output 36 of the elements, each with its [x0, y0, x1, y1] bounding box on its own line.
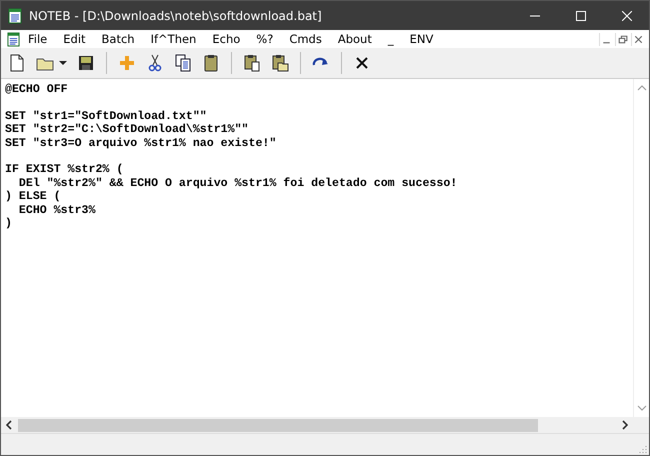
- menu-item[interactable]: File: [26, 32, 56, 46]
- menu-item[interactable]: Batch: [94, 32, 143, 46]
- caret-icon[interactable]: [58, 60, 68, 66]
- code-line: ): [5, 217, 13, 230]
- close-icon[interactable]: [631, 32, 645, 46]
- code-line: @ECHO OFF: [5, 83, 69, 96]
- menu-item[interactable]: Echo: [204, 32, 248, 46]
- menu-item[interactable]: If^Then: [142, 32, 204, 46]
- code-line: SET "str3=O arquivo %str1% nao existe!": [5, 136, 278, 150]
- scroll-up-icon[interactable]: [636, 85, 646, 91]
- scroll-left-icon[interactable]: [6, 420, 12, 430]
- scrollbar-thumb[interactable]: [18, 418, 538, 432]
- copy-icon[interactable]: [173, 53, 193, 73]
- menu-item[interactable]: _: [380, 32, 402, 46]
- vertical-scrollbar[interactable]: [633, 79, 649, 417]
- code-line: IF EXIST %str2% (: [5, 163, 124, 177]
- code-line: DEl "%str2%" && ECHO O arquivo %str1% foi deletado com sucesso!: [18, 176, 458, 190]
- menu-item[interactable]: Edit: [55, 32, 94, 46]
- clipboard-folder-icon[interactable]: [270, 53, 290, 73]
- clipboard-document-icon[interactable]: [242, 53, 262, 73]
- maximize-icon[interactable]: [576, 10, 586, 20]
- scroll-down-icon[interactable]: [636, 405, 646, 411]
- code-line: SET "str1="SoftDownload.txt"": [5, 110, 208, 123]
- code-line: ECHO %str3%: [18, 204, 96, 218]
- menu-item[interactable]: About: [330, 32, 380, 46]
- notepad-icon: [8, 8, 22, 24]
- menu-item[interactable]: ENV: [402, 32, 442, 46]
- notepad-icon[interactable]: [7, 32, 20, 46]
- restore-icon[interactable]: [615, 32, 629, 46]
- scroll-right-icon[interactable]: [622, 420, 628, 430]
- window-title: NOTEB - [D:\Downloads\noteb\softdownload.bat]: [29, 8, 322, 22]
- code-line: SET "str2="C:\SoftDownload\%str1%"": [5, 123, 250, 137]
- menu-item[interactable]: Cmds: [281, 32, 330, 46]
- code-line: ) ELSE (: [5, 190, 62, 204]
- resize-grip-icon[interactable]: [639, 445, 647, 453]
- menu-item[interactable]: %?: [248, 32, 282, 46]
